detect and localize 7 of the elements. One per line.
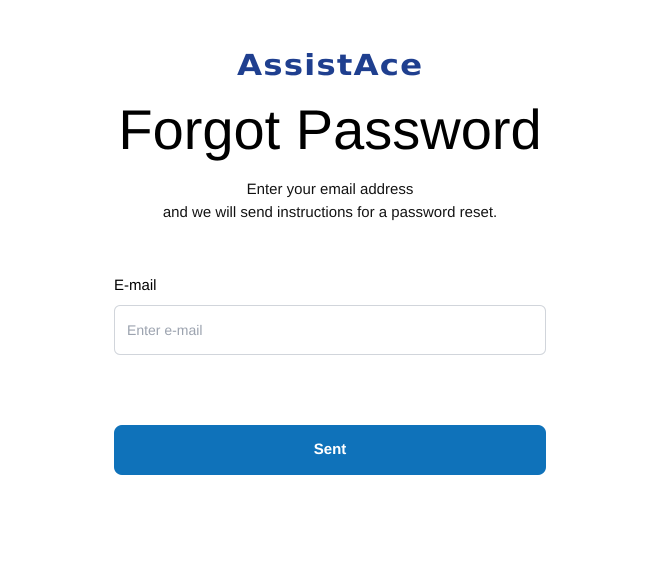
field-label: E-mail [114,276,158,296]
page-title: Forgot Password [118,98,542,162]
submit-button[interactable]: Sent [114,425,546,475]
instruction-text: and we will send instructions for a password reset. [162,203,498,223]
logo: AssistAce [236,48,424,82]
instruction-text: Enter your email address [246,180,414,200]
email-field[interactable]: Enter e-mail [114,305,546,355]
